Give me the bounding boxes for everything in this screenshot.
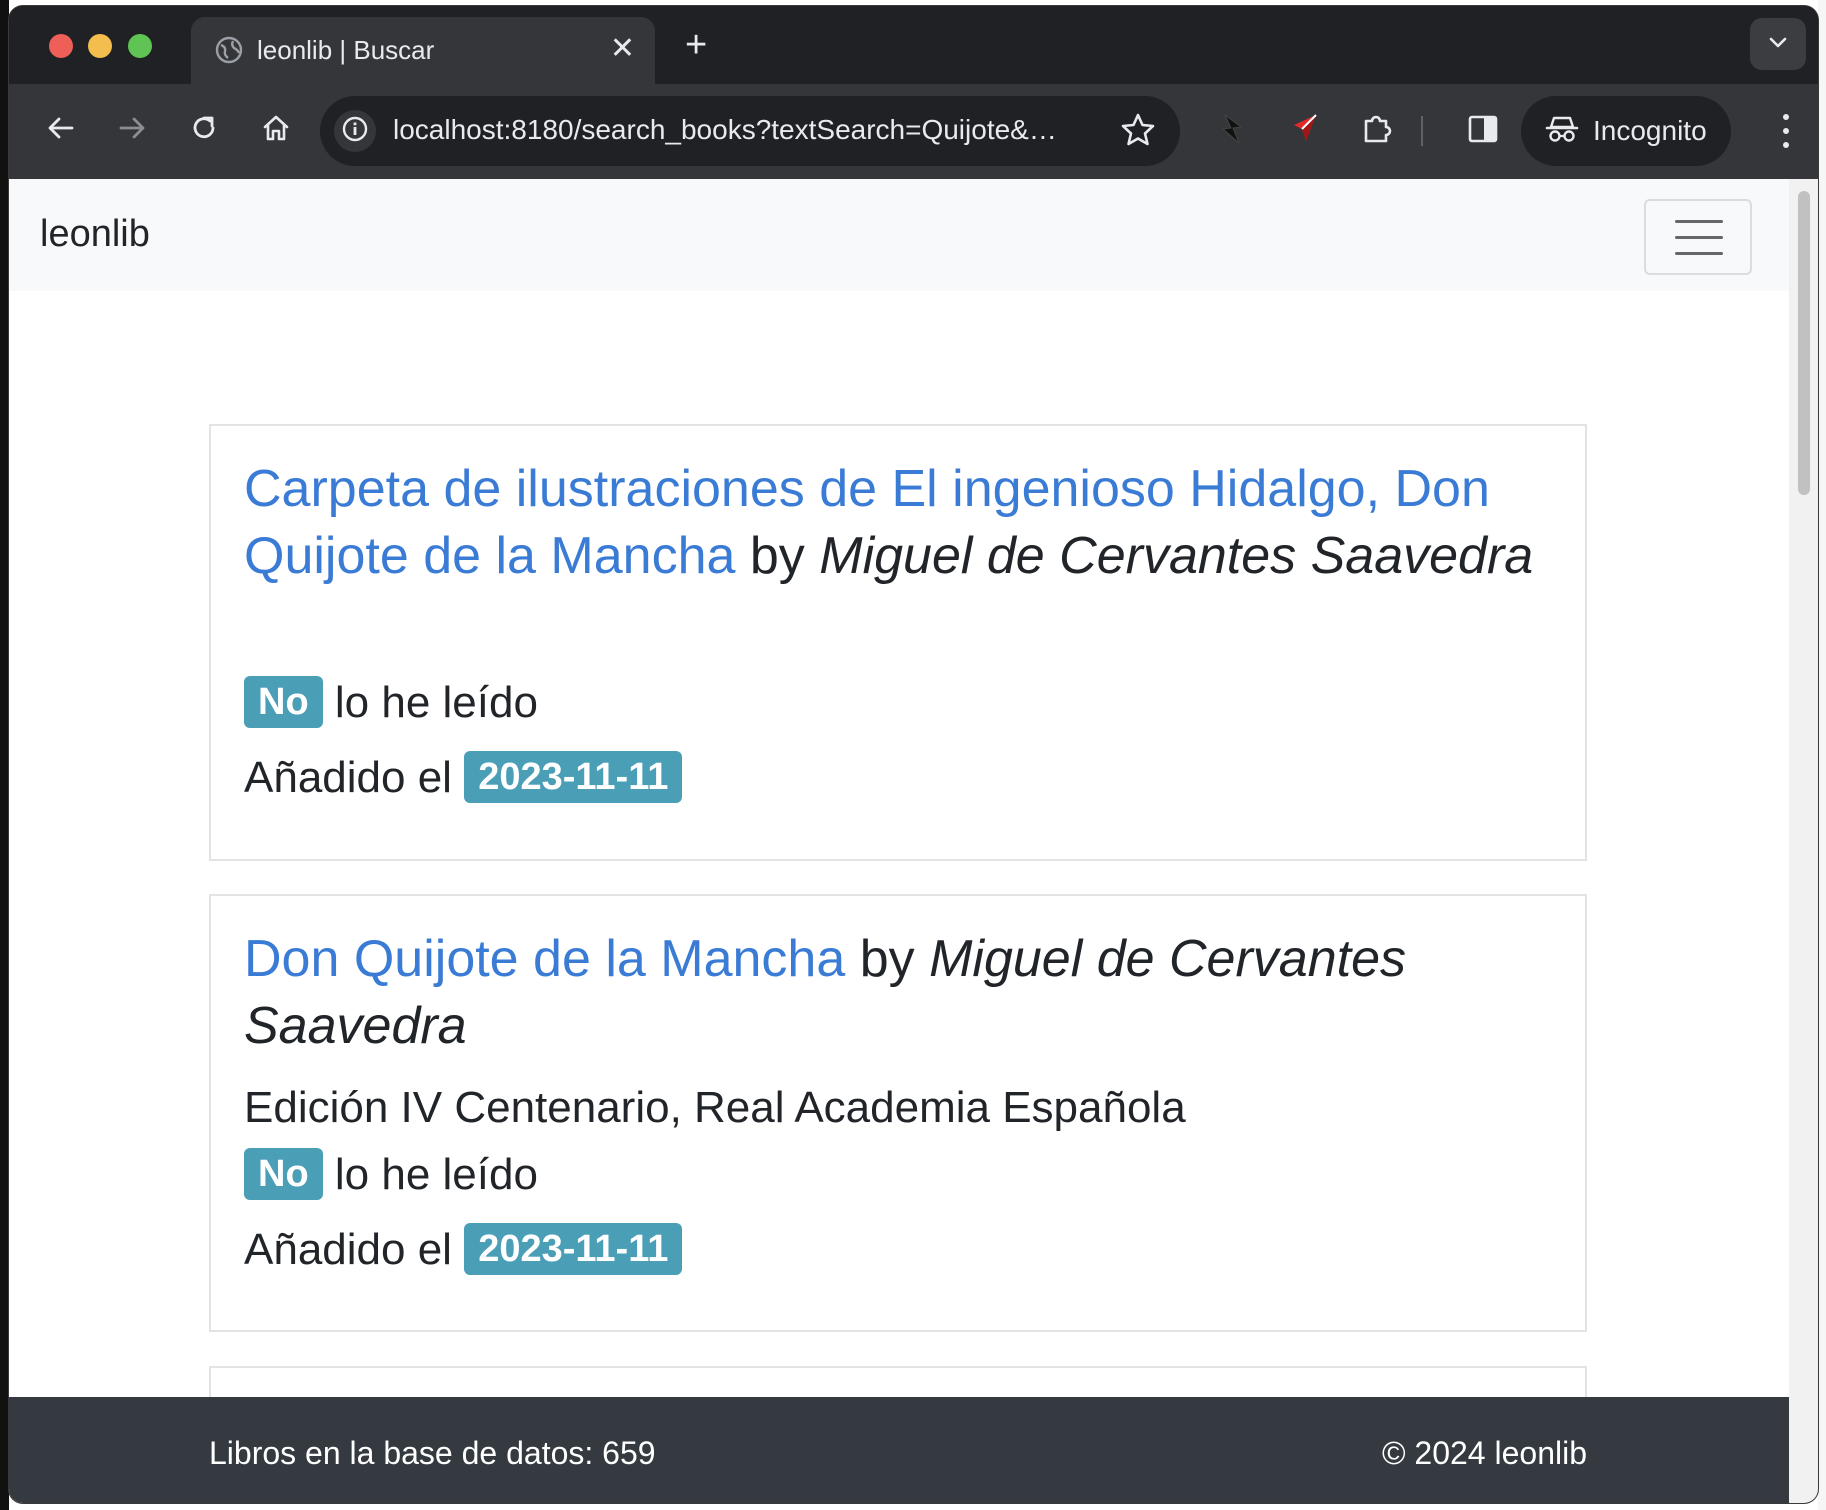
info-icon — [341, 115, 369, 148]
browser-toolbar: localhost:8180/search_books?textSearch=Q… — [9, 84, 1818, 179]
site-footer: Libros en la base de datos: 659 © 2024 l… — [9, 1397, 1789, 1503]
tab-search-button[interactable] — [1750, 18, 1806, 70]
tab-close-icon[interactable]: ✕ — [610, 31, 635, 67]
active-tab[interactable]: leonlib | Buscar ✕ — [191, 17, 655, 84]
added-date-line: Añadido el 2023-11-11 — [244, 1223, 683, 1278]
browser-menu-button[interactable] — [1776, 108, 1796, 154]
hamburger-line — [1675, 220, 1723, 223]
extension-bolt-icon[interactable] — [1209, 106, 1255, 152]
arrow-right-icon — [117, 113, 147, 148]
reload-icon — [189, 113, 219, 148]
scrollbar-thumb[interactable] — [1798, 191, 1810, 495]
added-label: Añadido el — [244, 1225, 452, 1274]
added-date-badge: 2023-11-11 — [464, 751, 683, 804]
book-title-link[interactable]: Don Quijote de la Mancha — [244, 930, 845, 988]
hamburger-line — [1675, 236, 1723, 239]
copyright-text: © 2024 leonlib — [1381, 1435, 1587, 1471]
read-status: No lo he leído — [244, 1148, 538, 1203]
hamburger-line — [1675, 252, 1723, 255]
tab-title: leonlib | Buscar — [257, 35, 435, 65]
site-brand-link[interactable]: leonlib — [40, 213, 150, 256]
read-status-badge: No — [244, 676, 323, 729]
read-status-text: lo he leído — [334, 1150, 538, 1199]
page-scrollbar[interactable] — [1789, 179, 1818, 1503]
page-viewport: leonlib Carpeta de ilustraciones de El i… — [9, 179, 1789, 1503]
maximize-window-button[interactable] — [128, 34, 152, 58]
chevron-down-icon — [1768, 35, 1788, 54]
browser-window: leonlib | Buscar ✕ + localhost:8180/sear… — [9, 6, 1818, 1503]
incognito-indicator[interactable]: Incognito — [1521, 96, 1731, 166]
bookmark-star-icon[interactable] — [1118, 110, 1158, 155]
reload-button[interactable] — [182, 108, 226, 152]
puzzle-icon[interactable] — [1354, 106, 1400, 152]
desktop-right-edge — [1818, 0, 1826, 1510]
home-icon — [261, 113, 291, 148]
address-bar[interactable]: localhost:8180/search_books?textSearch=Q… — [320, 96, 1180, 166]
book-heading: Carpeta de ilustraciones de El ingenioso… — [244, 456, 1564, 590]
toolbar-separator — [1421, 116, 1423, 146]
desktop-left-edge — [0, 0, 9, 1510]
side-panel-icon[interactable] — [1460, 106, 1506, 152]
incognito-label: Incognito — [1593, 115, 1707, 146]
book-edition: Edición IV Centenario, Real Academia Esp… — [244, 1083, 1186, 1132]
navbar-toggle-button[interactable] — [1644, 199, 1752, 275]
close-window-button[interactable] — [49, 34, 73, 58]
read-status: No lo he leído — [244, 676, 538, 731]
incognito-icon — [1545, 114, 1579, 149]
read-status-badge: No — [244, 1148, 323, 1201]
book-heading: Don Quijote de la Mancha by Miguel de Ce… — [244, 926, 1564, 1060]
book-count-text: Libros en la base de datos: 659 — [209, 1435, 656, 1471]
site-info-button[interactable] — [334, 110, 376, 152]
back-button[interactable] — [39, 108, 83, 152]
extension-rocket-icon[interactable] — [1281, 106, 1327, 152]
read-status-text: lo he leído — [334, 678, 538, 727]
more-vert-icon — [1776, 114, 1796, 158]
home-button[interactable] — [254, 108, 298, 152]
new-tab-button[interactable]: + — [685, 26, 707, 64]
added-date-badge: 2023-11-11 — [464, 1223, 683, 1276]
globe-icon — [215, 36, 243, 64]
forward-button[interactable] — [110, 108, 154, 152]
tab-strip: leonlib | Buscar ✕ + — [9, 6, 1818, 84]
book-card: Carpeta de ilustraciones de El ingenioso… — [209, 424, 1587, 861]
added-label: Añadido el — [244, 753, 452, 802]
book-author: Miguel de Cervantes Saavedra — [819, 527, 1534, 585]
site-navbar: leonlib — [9, 179, 1789, 291]
arrow-left-icon — [46, 113, 76, 148]
added-date-line: Añadido el 2023-11-11 — [244, 751, 683, 806]
book-card: Don Quijote de la Mancha by Miguel de Ce… — [209, 894, 1587, 1332]
by-text: by — [749, 527, 805, 585]
minimize-window-button[interactable] — [88, 34, 112, 58]
url-text[interactable]: localhost:8180/search_books?textSearch=Q… — [393, 114, 1057, 146]
by-text: by — [859, 930, 915, 988]
